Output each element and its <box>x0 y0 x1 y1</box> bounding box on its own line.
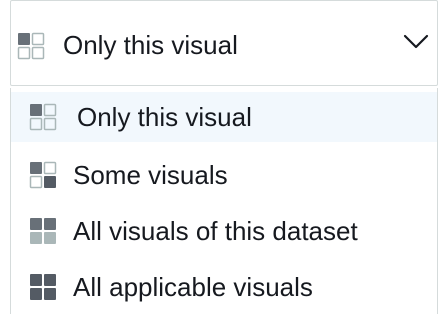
grid-one-filled-icon <box>29 103 57 131</box>
option-label: Some visuals <box>73 160 228 190</box>
option-some-visuals[interactable]: Some visuals <box>11 150 437 200</box>
grid-one-filled-icon <box>17 32 45 60</box>
visual-scope-menu: Only this visual Some visuals All visual… <box>10 88 438 314</box>
chevron-down-icon[interactable] <box>403 33 429 51</box>
option-label: Only this visual <box>77 102 252 132</box>
option-label: All visuals of this dataset <box>73 216 358 246</box>
grid-top-filled-icon <box>30 218 56 244</box>
grid-two-filled-icon <box>29 161 57 189</box>
visual-scope-select[interactable]: Only this visual <box>10 0 438 86</box>
option-label: All applicable visuals <box>73 272 313 302</box>
grid-all-filled-icon <box>30 274 56 300</box>
option-only-this-visual[interactable]: Only this visual <box>11 92 437 142</box>
option-all-visuals-of-dataset[interactable]: All visuals of this dataset <box>11 206 437 256</box>
select-value: Only this visual <box>63 30 238 60</box>
option-all-applicable-visuals[interactable]: All applicable visuals <box>11 262 437 312</box>
